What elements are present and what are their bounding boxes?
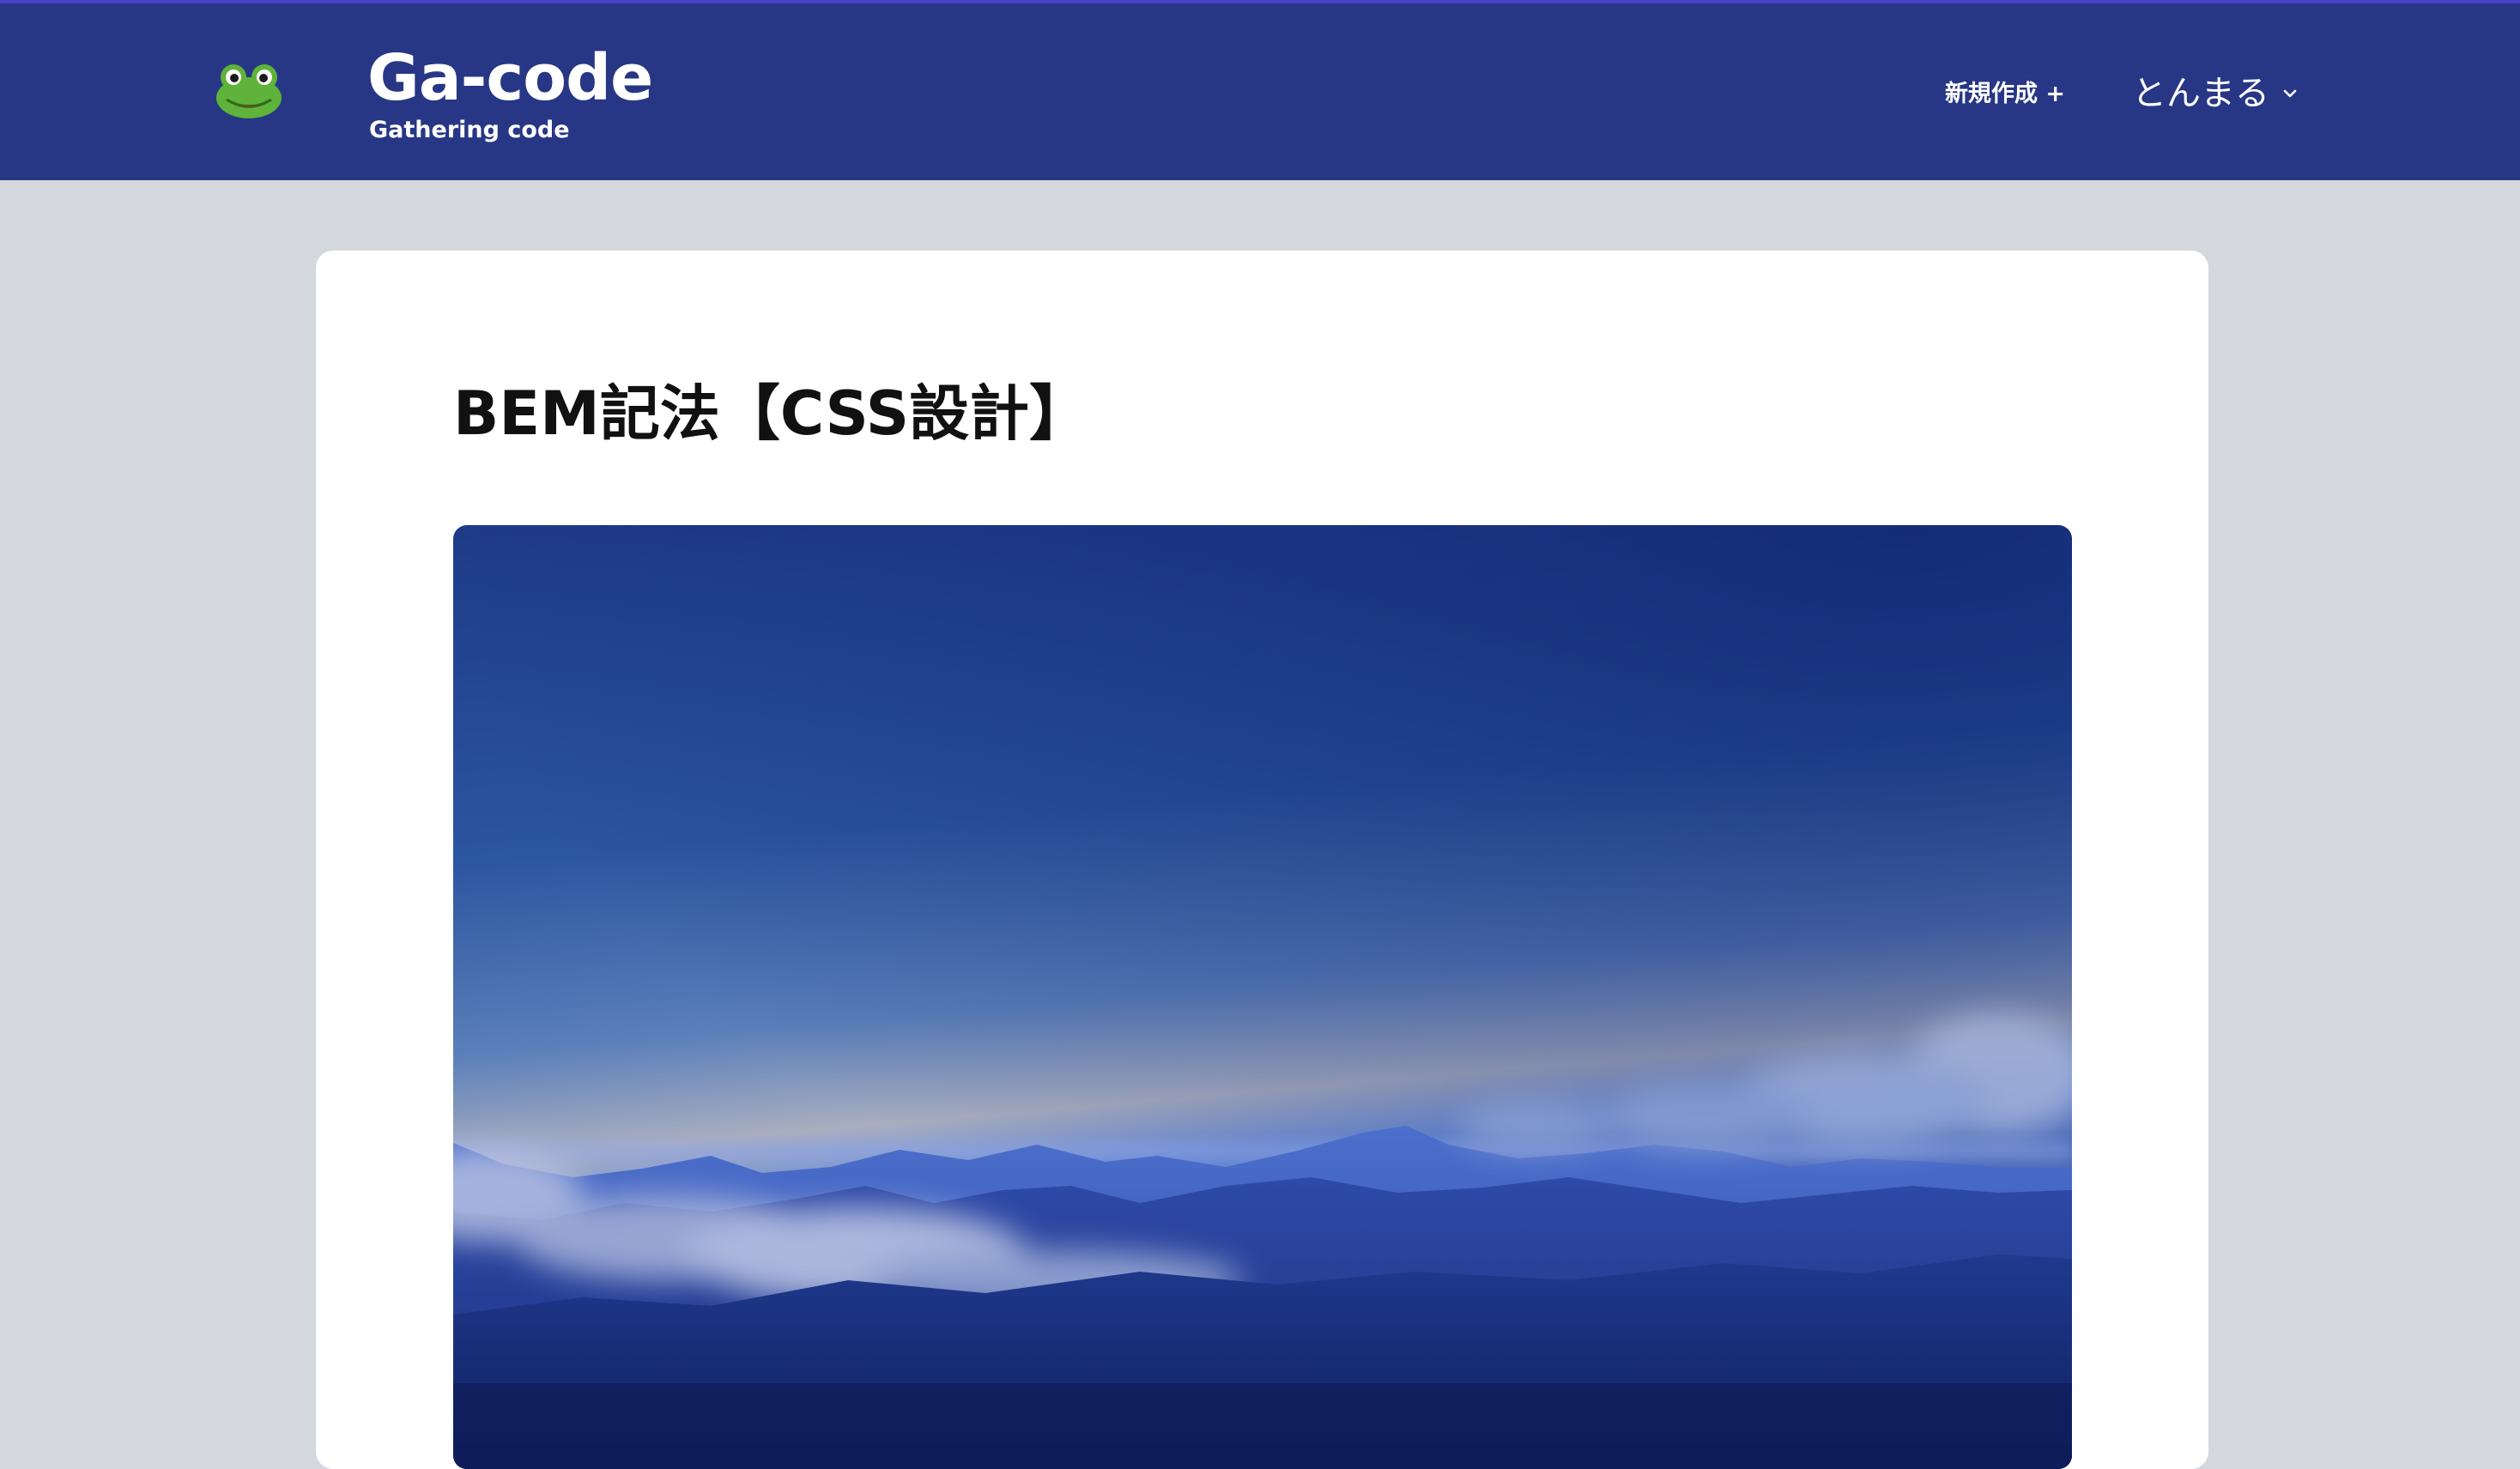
user-menu[interactable]: とんまる	[2132, 69, 2299, 118]
site-title[interactable]: Ga-code	[367, 39, 653, 117]
article-card: BEM記法【CSS設計】	[316, 251, 2208, 1469]
mountain-sky-image	[453, 525, 2072, 1469]
chevron-down-icon	[2283, 89, 2297, 98]
new-post-button[interactable]: 新規作成 +	[1945, 77, 2065, 112]
user-name: とんまる	[2132, 74, 2269, 113]
site-subtitle: Gathering code	[369, 117, 570, 143]
frog-icon[interactable]	[215, 62, 283, 120]
article-title: BEM記法【CSS設計】	[453, 378, 1090, 449]
site-header: Ga-code Gathering code 新規作成 + とんまる	[0, 3, 2520, 180]
